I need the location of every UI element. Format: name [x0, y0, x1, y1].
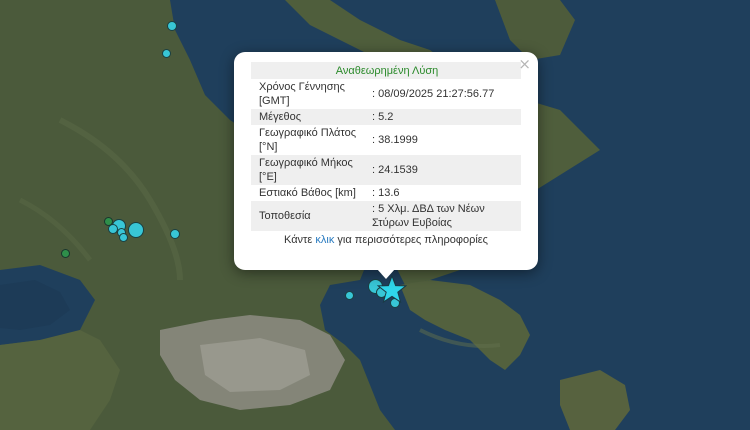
detail-row: Εστιακό Βάθος [km] : 13.6 — [251, 185, 521, 201]
earthquake-info-popup: × Αναθεωρημένη Λύση Χρόνος Γέννησης [GMT… — [234, 52, 538, 270]
quake-marker[interactable] — [345, 291, 354, 300]
quake-marker-older[interactable] — [104, 217, 113, 226]
popup-title: Αναθεωρημένη Λύση — [251, 62, 521, 79]
more-info-link[interactable]: κλικ — [315, 234, 334, 246]
detail-key: Χρόνος Γέννησης [GMT] — [251, 79, 370, 109]
detail-row: Τοποθεσία : 5 Χλμ. ΔΒΔ των Νέων Στύρων Ε… — [251, 201, 521, 231]
popup-pointer — [377, 269, 395, 279]
detail-key: Εστιακό Βάθος [km] — [251, 185, 370, 201]
detail-row: Γεωγραφικό Μήκος [°E] : 24.1539 — [251, 155, 521, 185]
quake-marker[interactable] — [119, 233, 128, 242]
quake-marker[interactable] — [162, 49, 171, 58]
detail-key: Γεωγραφικό Πλάτος [°N] — [251, 125, 370, 155]
detail-value: : 13.6 — [370, 185, 521, 201]
detail-key: Μέγεθος — [251, 109, 370, 125]
detail-key: Γεωγραφικό Μήκος [°E] — [251, 155, 370, 185]
quake-marker[interactable] — [170, 229, 180, 239]
detail-row: Χρόνος Γέννησης [GMT] : 08/09/2025 21:27… — [251, 79, 521, 109]
detail-value: : 38.1999 — [370, 125, 521, 155]
more-info-line: Κάντε κλικ για περισσότερες πληροφορίες — [251, 234, 521, 246]
detail-value: : 5 Χλμ. ΔΒΔ των Νέων Στύρων Ευβοίας — [370, 201, 521, 231]
detail-key: Τοποθεσία — [251, 201, 370, 231]
detail-row: Γεωγραφικό Πλάτος [°N] : 38.1999 — [251, 125, 521, 155]
quake-marker[interactable] — [167, 21, 177, 31]
detail-value: : 24.1539 — [370, 155, 521, 185]
close-icon[interactable]: × — [518, 56, 531, 72]
quake-marker[interactable] — [128, 222, 144, 238]
quake-marker-older[interactable] — [61, 249, 70, 258]
more-info-suffix: για περισσότερες πληροφορίες — [334, 234, 488, 246]
detail-value: : 5.2 — [370, 109, 521, 125]
detail-value: : 08/09/2025 21:27:56.77 — [370, 79, 521, 109]
earthquake-details-table: Αναθεωρημένη Λύση Χρόνος Γέννησης [GMT] … — [251, 62, 521, 231]
detail-row: Μέγεθος : 5.2 — [251, 109, 521, 125]
map-viewport[interactable]: × Αναθεωρημένη Λύση Χρόνος Γέννησης [GMT… — [0, 0, 750, 430]
star-icon[interactable] — [377, 275, 407, 305]
more-info-prefix: Κάντε — [284, 234, 316, 246]
